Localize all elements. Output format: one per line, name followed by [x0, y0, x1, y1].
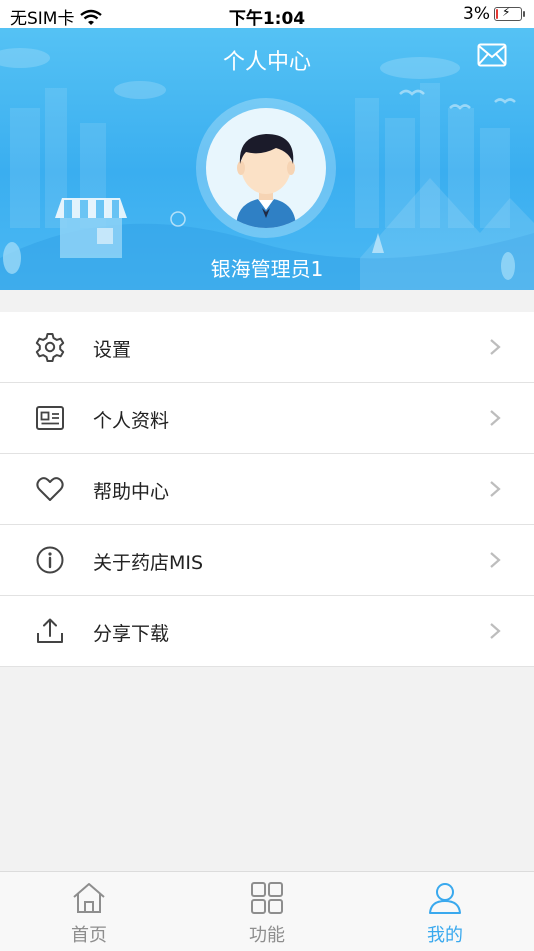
chevron-right-icon [490, 481, 501, 497]
heart-icon [36, 477, 64, 501]
tab-home[interactable]: 首页 [0, 872, 178, 951]
user-icon [429, 883, 461, 914]
bottom-tab-bar: 首页 功能 我的 [0, 871, 534, 951]
menu-label-help: 帮助中心 [93, 481, 170, 503]
settings-menu: 设置 个人资料 帮助中心 关于药店MIS 分享下载 [0, 312, 534, 667]
menu-item-help[interactable]: 帮助中心 [0, 454, 534, 525]
mail-icon[interactable] [477, 43, 507, 67]
username: 银海管理员1 [210, 257, 324, 281]
page-title: 个人中心 [222, 50, 311, 75]
user-avatar-icon [236, 134, 296, 228]
menu-item-profile[interactable]: 个人资料 [0, 383, 534, 454]
battery-level [496, 9, 498, 19]
tab-label-mine: 我的 [427, 925, 463, 946]
gear-icon [35, 333, 65, 362]
profile-header: 个人中心 银海管理员1 [0, 28, 534, 290]
menu-label-about: 关于药店MIS [93, 552, 204, 574]
menu-label-settings: 设置 [93, 339, 132, 361]
profile-card-icon [36, 406, 64, 430]
menu-item-share[interactable]: 分享下载 [0, 596, 534, 667]
battery-icon: ⚡ [494, 5, 525, 21]
menu-label-share: 分享下载 [93, 623, 170, 645]
tab-mine[interactable]: 我的 [356, 872, 534, 951]
chevron-right-icon [490, 410, 501, 426]
grid-icon [251, 882, 283, 914]
chevron-right-icon [490, 339, 501, 355]
charging-bolt-icon: ⚡ [502, 5, 511, 19]
chevron-right-icon [490, 623, 501, 639]
menu-item-settings[interactable]: 设置 [0, 312, 534, 383]
tab-label-features: 功能 [249, 925, 285, 946]
menu-label-profile: 个人资料 [93, 410, 170, 432]
clock: 下午1:04 [228, 9, 306, 29]
home-icon [73, 883, 105, 913]
avatar[interactable] [206, 108, 326, 228]
tab-label-home: 首页 [71, 925, 107, 946]
chevron-right-icon [490, 552, 501, 568]
share-upload-icon [37, 618, 63, 643]
status-bar: 无SIM卡 下午1:04 3% ⚡ [0, 0, 534, 29]
tab-features[interactable]: 功能 [178, 872, 356, 951]
menu-item-about[interactable]: 关于药店MIS [0, 525, 534, 596]
battery-percent: 3% [463, 4, 490, 24]
info-icon [36, 546, 64, 574]
